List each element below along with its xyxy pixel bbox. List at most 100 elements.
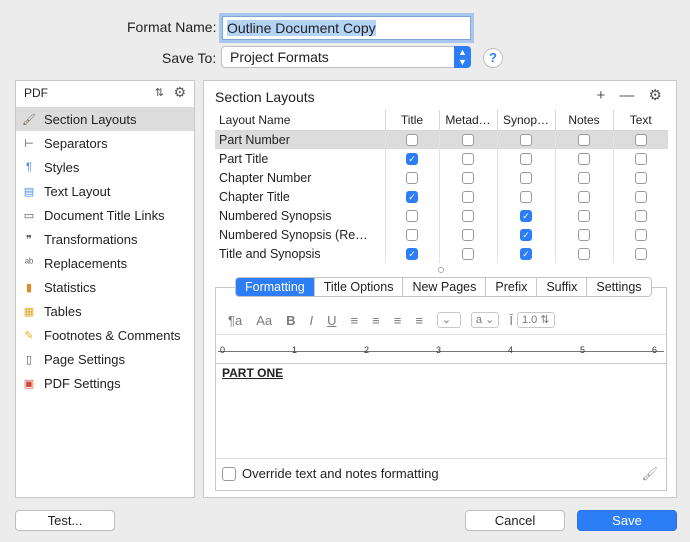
remove-icon[interactable]: — (619, 87, 634, 104)
column-header[interactable]: Title (384, 110, 439, 131)
table-row[interactable]: Chapter Title ✓ (215, 187, 668, 206)
checkbox[interactable] (462, 153, 474, 166)
checkbox-checked[interactable]: ✓ (520, 248, 532, 261)
tab[interactable]: Settings (586, 278, 650, 296)
checkbox[interactable] (578, 248, 590, 261)
italic-button[interactable]: I (310, 313, 314, 328)
tab[interactable]: Formatting (236, 278, 314, 296)
checkbox[interactable] (634, 172, 647, 185)
sidebar-item[interactable]: ▯ Page Settings (16, 347, 194, 371)
checkbox-checked[interactable]: ✓ (520, 210, 532, 223)
sidebar-item[interactable]: ✎ Footnotes & Comments (16, 323, 194, 347)
align-center-icon[interactable]: ≡ (372, 313, 380, 328)
column-header[interactable]: Text (612, 110, 668, 131)
underline-button[interactable]: U (327, 313, 336, 328)
checkbox[interactable] (578, 191, 590, 204)
align-justify-icon[interactable]: ≡ (415, 313, 423, 328)
checkbox[interactable] (520, 191, 532, 204)
split-handle[interactable] (438, 267, 444, 273)
checkbox-cell (384, 225, 439, 244)
checkbox[interactable] (462, 134, 474, 147)
format-selector[interactable]: PDF ⇅ ⚙ (16, 81, 194, 107)
sample-text[interactable]: PART ONE (222, 366, 283, 380)
table-row[interactable]: Numbered Synopsis (Re… ✓ (215, 225, 668, 244)
quotes-icon: ❞ (26, 233, 32, 246)
checkbox[interactable] (634, 248, 647, 261)
checkbox[interactable] (462, 248, 474, 261)
sidebar-item-label: Replacements (44, 255, 128, 271)
paragraph-style-button[interactable]: ¶a (228, 313, 242, 328)
column-header[interactable]: Synop… (496, 110, 555, 131)
font-button[interactable]: Aa (256, 313, 272, 328)
column-header[interactable]: Notes (554, 110, 613, 131)
checkbox[interactable] (462, 172, 474, 185)
bold-button[interactable]: B (286, 313, 295, 328)
checkbox-checked[interactable]: ✓ (406, 191, 418, 204)
checkbox[interactable] (578, 134, 590, 147)
checkbox-checked[interactable]: ✓ (406, 153, 418, 166)
checkbox[interactable] (406, 172, 418, 185)
sidebar-item[interactable]: ⊢ Separators (16, 131, 194, 155)
sidebar-item[interactable]: ❞ Transformations (16, 227, 194, 251)
tab[interactable]: Suffix (536, 278, 586, 296)
sidebar-item[interactable]: ▣ PDF Settings (16, 371, 194, 395)
checkbox[interactable] (578, 172, 590, 185)
table-row[interactable]: Numbered Synopsis ✓ (215, 206, 668, 225)
help-button[interactable]: ? (483, 48, 503, 68)
test-button[interactable]: Test... (15, 510, 115, 531)
sidebar-item[interactable]: ▭ Document Title Links (16, 203, 194, 227)
sidebar-item[interactable]: ▮ Statistics (16, 275, 194, 299)
checkbox[interactable] (634, 210, 647, 223)
add-icon[interactable]: + (596, 87, 605, 104)
checkbox[interactable] (462, 229, 474, 242)
align-left-icon[interactable]: ≡ (351, 313, 359, 328)
cancel-button[interactable]: Cancel (465, 510, 565, 531)
table-row[interactable]: Chapter Number (215, 168, 668, 187)
paintbrush-icon[interactable]: 🖌 (641, 466, 658, 482)
checkbox[interactable] (406, 134, 418, 147)
checkbox[interactable] (634, 134, 647, 147)
checkbox-checked[interactable]: ✓ (520, 229, 532, 242)
gear-icon[interactable]: ⚙ (173, 84, 186, 101)
table-row[interactable]: Part Number (215, 130, 668, 149)
line-spacing-popup[interactable]: 1.0 ⇅ (516, 312, 555, 328)
checkbox[interactable] (578, 153, 590, 166)
table-row[interactable]: Part Title ✓ (215, 149, 668, 168)
sidebar-item[interactable]: 🖌 Section Layouts (16, 107, 194, 131)
checkbox[interactable] (634, 191, 647, 204)
sidebar-item[interactable]: ▦ Tables (16, 299, 194, 323)
tab[interactable]: New Pages (402, 278, 485, 296)
text-color-popup[interactable]: a ⌄ (470, 312, 500, 328)
styles-icon: ¶ (26, 161, 32, 173)
ruler[interactable]: 0 1 2 3 4 5 6 (216, 334, 666, 364)
checkbox[interactable] (406, 210, 418, 223)
tab[interactable]: Prefix (485, 278, 536, 296)
checkbox[interactable] (520, 134, 532, 147)
highlight-popup[interactable]: ⌄ (436, 312, 461, 328)
save-to-popup[interactable]: Project Formats ▲ ▼ (221, 46, 471, 68)
gear-icon[interactable]: ⚙ (649, 87, 662, 104)
checkbox[interactable] (634, 153, 647, 166)
checkbox[interactable] (462, 191, 474, 204)
column-header[interactable]: Metad… (438, 110, 497, 131)
tab[interactable]: Title Options (313, 278, 403, 296)
checkbox[interactable] (634, 229, 647, 242)
sidebar-item-label: Tables (44, 303, 82, 319)
align-right-icon[interactable]: ≡ (394, 313, 402, 328)
checkbox[interactable] (520, 172, 532, 185)
save-button[interactable]: Save (577, 510, 677, 531)
table-row[interactable]: Title and Synopsis ✓ ✓ (215, 244, 668, 263)
sidebar-item[interactable]: ᵃᵇ Replacements (16, 251, 194, 275)
sidebar-item[interactable]: ▤ Text Layout (16, 179, 194, 203)
override-checkbox-row[interactable]: Override text and notes formatting (222, 466, 439, 481)
checkbox[interactable] (406, 229, 418, 242)
override-checkbox[interactable] (222, 466, 236, 481)
checkbox[interactable] (578, 210, 590, 223)
checkbox[interactable] (520, 153, 532, 166)
sidebar-item[interactable]: ¶ Styles (16, 155, 194, 179)
format-name-input[interactable]: Outline Document Copy (222, 16, 471, 40)
checkbox-checked[interactable]: ✓ (406, 248, 418, 261)
column-header[interactable]: Layout Name (215, 110, 385, 131)
checkbox[interactable] (578, 229, 590, 242)
checkbox[interactable] (462, 210, 474, 223)
